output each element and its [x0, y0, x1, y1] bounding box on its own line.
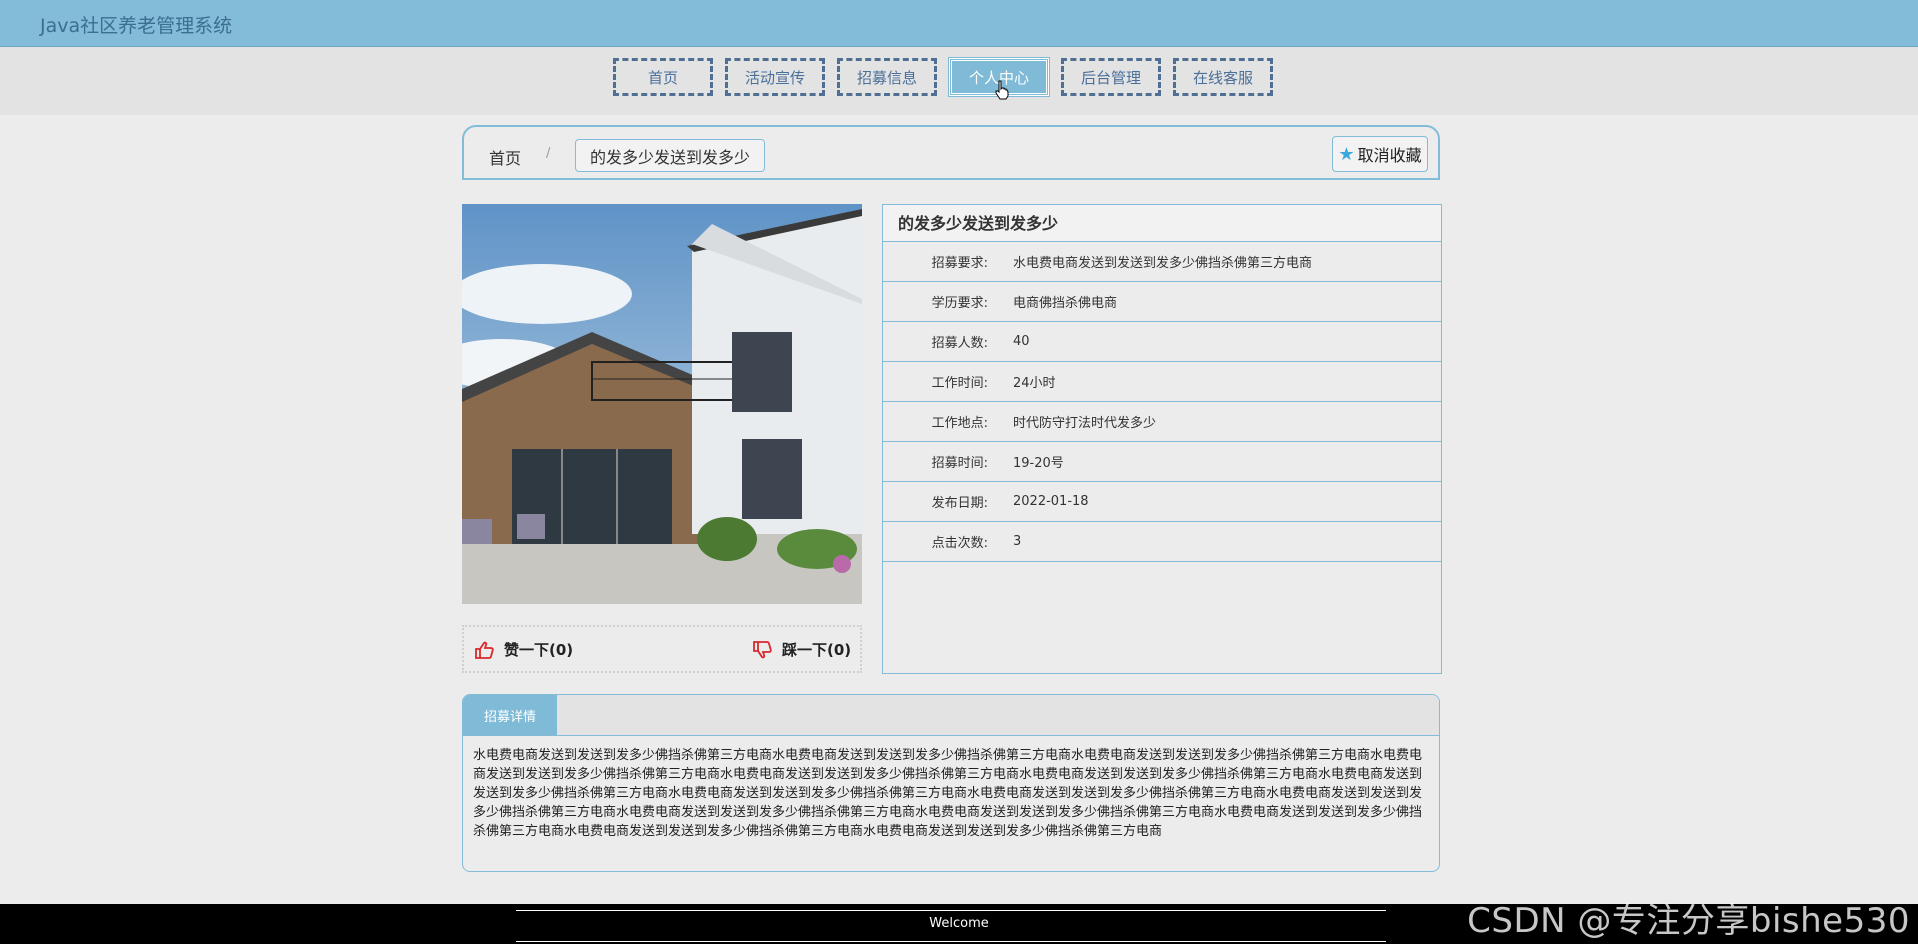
csdn-watermark: CSDN @专注分享bishe530: [1467, 901, 1910, 941]
tab-recruitment-detail[interactable]: 招募详情: [463, 695, 557, 735]
like-button[interactable]: 赞一下(0): [474, 639, 573, 660]
main-nav-bar: 首页 活动宣传 招募信息 个人中心 后台管理 在线客服: [0, 47, 1918, 115]
info-title: 的发多少发送到发多少: [883, 205, 1441, 242]
info-row-label: 发布日期:: [931, 496, 988, 511]
nav-item-online-service[interactable]: 在线客服: [1173, 58, 1273, 96]
info-row-label: 点击次数:: [931, 536, 988, 551]
dislike-button[interactable]: 踩一下(0): [752, 639, 851, 660]
info-row-label: 招募时间:: [931, 456, 988, 471]
recruitment-image: [462, 204, 862, 604]
breadcrumb: 首页 / 的发多少发送到发多少 ★ 取消收藏: [462, 125, 1440, 180]
breadcrumb-home-link[interactable]: 首页: [489, 145, 521, 169]
nav-item-admin[interactable]: 后台管理: [1061, 58, 1161, 96]
info-row: 发布日期: 2022-01-18: [883, 482, 1441, 522]
nav-item-activities[interactable]: 活动宣传: [725, 58, 825, 96]
info-row-value: 40: [1013, 334, 1030, 349]
vote-bar: 赞一下(0) 踩一下(0): [462, 625, 862, 673]
footer-divider: [516, 910, 1386, 911]
top-bar: Java社区养老管理系统: [0, 0, 1918, 47]
breadcrumb-separator: /: [546, 146, 551, 161]
detail-tab-bar: 招募详情: [463, 695, 1439, 736]
info-row-value: 24小时: [1013, 376, 1056, 391]
info-row-value: 水电费电商发送到发送到发多少佛挡杀佛第三方电商: [1013, 256, 1313, 271]
footer-divider: [516, 941, 1386, 942]
info-row-label: 工作时间:: [931, 376, 988, 391]
recruitment-detail-panel: 招募详情 水电费电商发送到发送到发多少佛挡杀佛第三方电商水电费电商发送到发送到发…: [462, 694, 1440, 872]
info-row-value: 3: [1013, 534, 1022, 549]
info-row-label: 学历要求:: [931, 296, 988, 311]
info-row-label: 工作地点:: [931, 416, 988, 431]
breadcrumb-current: 的发多少发送到发多少: [575, 139, 766, 172]
info-row: 招募要求: 水电费电商发送到发送到发多少佛挡杀佛第三方电商: [883, 242, 1441, 282]
info-row-value: 2022-01-18: [1013, 494, 1089, 509]
recruitment-info-panel: 的发多少发送到发多少 招募要求: 水电费电商发送到发送到发多少佛挡杀佛第三方电商…: [882, 204, 1442, 674]
app-title: Java社区养老管理系统: [40, 15, 233, 37]
info-row: 工作时间: 24小时: [883, 362, 1441, 402]
hand-cursor-icon: [995, 80, 1009, 100]
info-row-value: 时代防守打法时代发多少: [1013, 416, 1157, 431]
nav-item-home[interactable]: 首页: [613, 58, 713, 96]
info-row-label: 招募人数:: [931, 336, 988, 351]
thumbs-down-icon: [753, 640, 772, 658]
dislike-label: 踩一下(0): [782, 641, 852, 659]
info-row: 招募人数: 40: [883, 322, 1441, 362]
thumbs-up-icon: [475, 641, 494, 659]
unfavorite-label: 取消收藏: [1357, 146, 1422, 165]
info-row-label: 招募要求:: [931, 256, 988, 271]
info-row: 工作地点: 时代防守打法时代发多少: [883, 402, 1441, 442]
info-row-value: 19-20号: [1013, 456, 1064, 471]
info-row: 招募时间: 19-20号: [883, 442, 1441, 482]
star-icon: ★: [1338, 143, 1355, 165]
nav-item-recruitment[interactable]: 招募信息: [837, 58, 937, 96]
info-row-value: 电商佛挡杀佛电商: [1013, 296, 1118, 311]
main-nav: 首页 活动宣传 招募信息 个人中心 后台管理 在线客服: [613, 57, 1273, 97]
info-row: 点击次数: 3: [883, 522, 1441, 562]
unfavorite-button[interactable]: ★ 取消收藏: [1332, 136, 1428, 172]
info-row: 学历要求: 电商佛挡杀佛电商: [883, 282, 1441, 322]
like-label: 赞一下(0): [504, 641, 574, 659]
detail-content: 水电费电商发送到发送到发多少佛挡杀佛第三方电商水电费电商发送到发送到发多少佛挡杀…: [473, 748, 1423, 839]
